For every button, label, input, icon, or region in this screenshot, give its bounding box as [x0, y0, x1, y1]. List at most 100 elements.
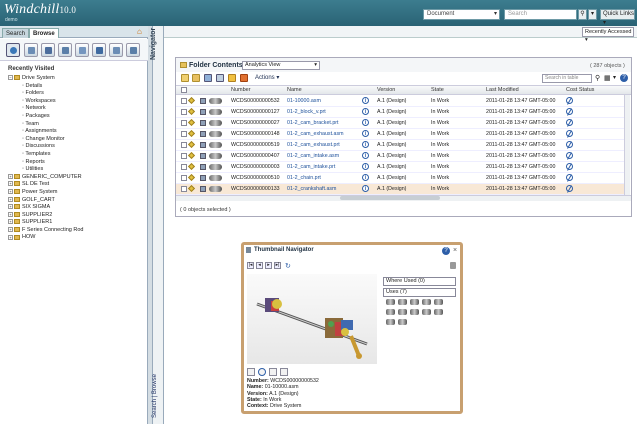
search-type-dropdown[interactable]: Document — [423, 9, 500, 20]
table-row[interactable]: WCDS00000000519 01-2_cam_exhaust.prt i A.1 … — [176, 140, 624, 151]
edit-icon[interactable] — [187, 107, 196, 116]
row-checkbox[interactable] — [181, 109, 187, 115]
site-icon[interactable] — [126, 43, 140, 57]
edit-icon[interactable] — [187, 96, 196, 105]
help-icon[interactable]: ? — [620, 74, 628, 82]
table-search-input[interactable]: Search in table — [542, 74, 592, 83]
column-name[interactable]: Name — [287, 86, 302, 94]
next-icon[interactable]: ▸ — [265, 262, 272, 269]
table-row[interactable]: WCDS00000000532 01-10000.asm i A.1 (Design)… — [176, 96, 624, 107]
tree-node[interactable]: ▫ Details — [8, 83, 83, 91]
tree-node[interactable]: + SIX SIGMA — [8, 204, 83, 212]
used-part-thumb-10[interactable] — [434, 309, 443, 315]
name-link[interactable]: 01-10000.asm — [287, 97, 321, 106]
table-row[interactable]: WCDS00000000003 01-2_cam_intake.prt i A.1 (… — [176, 162, 624, 173]
view-3d-icon[interactable] — [280, 368, 288, 376]
expand-icon[interactable]: + — [8, 226, 13, 232]
name-link[interactable]: 01-2_cam_intake.prt — [287, 163, 335, 172]
where-used-panel[interactable]: Where Used (0) — [383, 277, 456, 286]
info-icon[interactable] — [258, 368, 266, 376]
edit-icon[interactable] — [187, 118, 196, 127]
search-browse-links[interactable]: Search | Browse — [152, 374, 158, 418]
find-icon[interactable]: ⚲ — [595, 74, 600, 82]
table-menu-icon[interactable]: ▾ — [613, 74, 616, 81]
expand-icon[interactable]: + — [8, 211, 13, 217]
structure-icon[interactable] — [269, 368, 277, 376]
thumbnail-icon[interactable] — [209, 153, 222, 159]
products-icon[interactable] — [41, 43, 55, 57]
recently-accessed-dropdown[interactable]: Recently Accessed ▾ — [582, 27, 634, 43]
info-icon[interactable]: i — [362, 185, 369, 192]
recent-icon[interactable] — [6, 43, 20, 57]
collapse-icon[interactable]: − — [8, 75, 13, 81]
thumbnail-icon[interactable] — [209, 120, 222, 126]
tree-node[interactable]: + SL DE Test — [8, 181, 83, 189]
expand-icon[interactable]: + — [8, 204, 13, 210]
libraries-icon[interactable] — [58, 43, 72, 57]
used-part-thumb-2[interactable] — [398, 299, 407, 305]
tab-search[interactable]: Search — [2, 28, 30, 38]
tree-node[interactable]: ▫ Packages — [8, 113, 83, 121]
new-part-icon[interactable] — [204, 74, 212, 82]
tree-node[interactable]: ▫ Team — [8, 121, 83, 129]
projects-icon[interactable] — [75, 43, 89, 57]
navigator-collapse-strip[interactable] — [153, 26, 164, 424]
name-link[interactable]: 01-2_chain.prt — [287, 174, 321, 183]
global-search-input[interactable]: Search — [504, 9, 577, 20]
used-part-thumb-5[interactable] — [434, 299, 443, 305]
row-checkbox[interactable] — [181, 175, 187, 181]
edit-icon[interactable] — [187, 173, 196, 182]
name-link[interactable]: 01-2_block_v.prt — [287, 108, 326, 117]
delete-icon[interactable] — [240, 74, 248, 82]
expand-icon[interactable]: + — [8, 219, 13, 225]
edit-icon[interactable] — [187, 129, 196, 138]
table-vertical-scrollbar[interactable] — [624, 95, 630, 195]
thumbnail-icon[interactable] — [209, 109, 222, 115]
edit-icon[interactable] — [216, 74, 224, 82]
lock-icon[interactable] — [450, 262, 456, 269]
table-row[interactable]: WCDS00000000407 01-2_cam_intake.asm i A.1 (… — [176, 151, 624, 162]
used-part-thumb-3[interactable] — [410, 299, 419, 305]
used-part-thumb-9[interactable] — [422, 309, 431, 315]
info-icon[interactable]: i — [362, 97, 369, 104]
search-options-icon[interactable]: ▾ — [588, 9, 597, 20]
tree-node[interactable]: − Drive System — [8, 75, 83, 83]
used-part-thumb-7[interactable] — [398, 309, 407, 315]
home-nav-icon[interactable] — [24, 43, 38, 57]
row-checkbox[interactable] — [181, 98, 187, 104]
tree-node[interactable]: ▫ Utilities — [8, 166, 83, 174]
row-checkbox[interactable] — [181, 120, 187, 126]
tree-node[interactable]: + Power System — [8, 189, 83, 197]
actions-menu[interactable]: Actions ▾ — [255, 74, 279, 81]
tree-node[interactable]: ▫ Workspaces — [8, 98, 83, 106]
paste-icon[interactable] — [228, 74, 236, 82]
tree-node[interactable]: ▫ Discussions — [8, 143, 83, 151]
name-link[interactable]: 01-2_cam_intake.asm — [287, 152, 339, 161]
select-all-checkbox[interactable] — [181, 87, 187, 93]
thumbnail-preview-image[interactable] — [247, 274, 377, 364]
expand-icon[interactable]: + — [8, 234, 13, 240]
tab-browse[interactable]: Browse — [29, 28, 59, 38]
thumbnail-icon[interactable] — [209, 98, 222, 104]
expand-icon[interactable]: + — [8, 196, 13, 202]
used-part-thumb-1[interactable] — [386, 299, 395, 305]
used-part-thumb-11[interactable] — [386, 319, 395, 325]
expand-icon[interactable]: + — [8, 181, 13, 187]
windchill-logo[interactable]: Windchill10.0 — [4, 2, 76, 18]
column-last-modified[interactable]: Last Modified — [486, 86, 519, 94]
home-icon[interactable]: ⌂ — [137, 27, 146, 36]
thumbnail-icon[interactable] — [209, 131, 222, 137]
thumbnail-icon[interactable] — [209, 142, 222, 148]
table-row[interactable]: WCDS00000000133 01-2_crankshaft.asm i A.1 (… — [176, 184, 624, 195]
used-part-thumb-6[interactable] — [386, 309, 395, 315]
row-checkbox[interactable] — [181, 164, 187, 170]
uses-panel[interactable]: Uses (7) — [383, 288, 456, 297]
new-document-icon[interactable] — [192, 74, 200, 82]
info-icon[interactable]: i — [362, 141, 369, 148]
tree-node[interactable]: ▫ Reports — [8, 159, 83, 167]
new-folder-icon[interactable] — [181, 74, 189, 82]
edit-icon[interactable] — [187, 151, 196, 160]
horizontal-scroll-thumb[interactable] — [340, 196, 440, 200]
table-row[interactable]: WCDS00000000148 01-2_cam_exhaust.asm i A.1 … — [176, 129, 624, 140]
name-link[interactable]: 01-2_cam_bracket.prt — [287, 119, 339, 128]
